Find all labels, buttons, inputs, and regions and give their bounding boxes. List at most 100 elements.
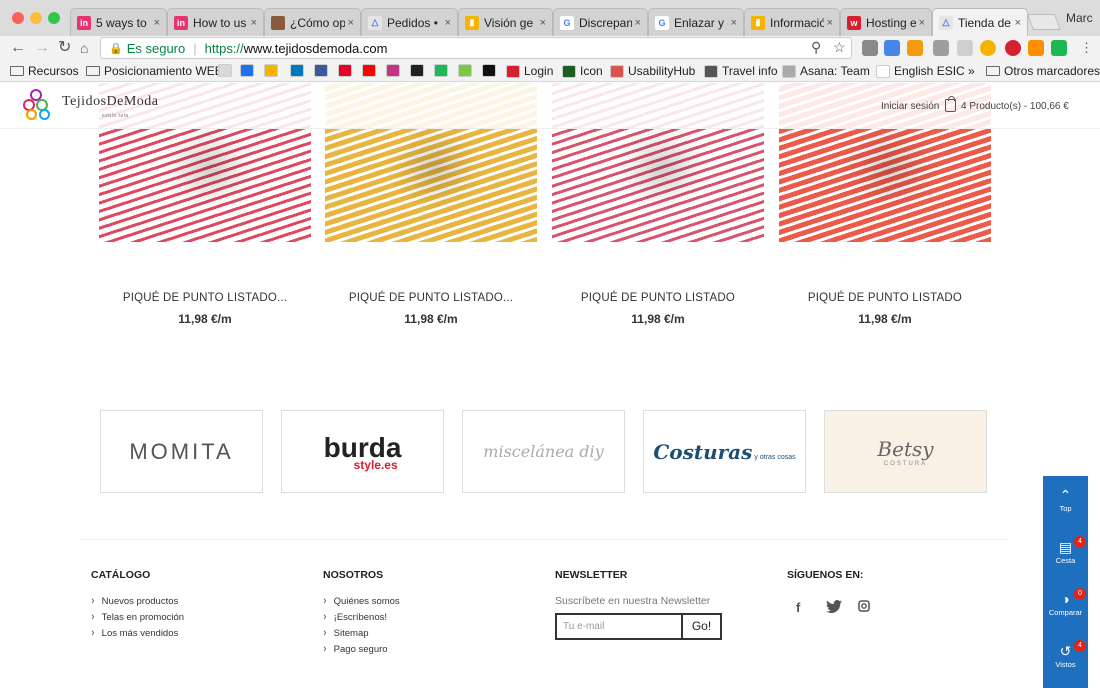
address-bar[interactable]: 🔒 Es seguro | https://www.tejidosdemoda.…: [100, 37, 852, 59]
bookmark-posicionamiento-web[interactable]: Posicionamiento WEB: [86, 64, 223, 78]
tab-close-icon[interactable]: ×: [1015, 17, 1021, 29]
footer-link-promotions[interactable]: Telas en promoción: [91, 612, 184, 628]
brand-subtitle: COSTURA: [883, 460, 928, 467]
footer-link-best-sellers[interactable]: Los más vendidos: [91, 628, 184, 644]
footer-link-contact[interactable]: ¡Escríbenos!: [323, 612, 400, 628]
gmail-extension-icon[interactable]: [862, 40, 878, 56]
browser-tab[interactable]: in 5 ways to ×: [70, 8, 167, 36]
tab-close-icon[interactable]: ×: [540, 17, 546, 29]
footer-link-sitemap[interactable]: Sitemap: [323, 628, 400, 644]
logo-name: TejidosDeModa: [62, 93, 159, 109]
browser-tab[interactable]: G Enlazar y c ×: [648, 8, 744, 36]
product-name[interactable]: PIQUÉ DE PUNTO LISTADO...: [99, 292, 311, 304]
footer-link-new-products[interactable]: Nuevos productos: [91, 596, 184, 612]
tab-close-icon[interactable]: ×: [827, 17, 833, 29]
product-price: 11,98 €/m: [404, 312, 458, 326]
tab-close-icon[interactable]: ×: [251, 17, 257, 29]
cast-icon[interactable]: [933, 40, 949, 56]
product-name[interactable]: PIQUÉ DE PUNTO LISTADO: [552, 292, 764, 304]
coupon-extension-icon[interactable]: [1028, 40, 1044, 56]
bookmark-english-esic[interactable]: English ESIC: [876, 64, 965, 78]
site-logo[interactable]: TejidosDeModa estilo tela: [22, 89, 159, 123]
browser-tab[interactable]: △ Pedidos • ×: [361, 8, 458, 36]
adblock-extension-icon[interactable]: [1005, 40, 1021, 56]
bookmarks-overflow-button[interactable]: »: [968, 64, 975, 78]
bookmark-favicon-icon: [562, 64, 576, 78]
reload-icon[interactable]: ↻: [58, 38, 71, 58]
footer-link-about-us[interactable]: Quiénes somos: [323, 596, 400, 612]
bookmark-recursos[interactable]: Recursos: [10, 64, 79, 78]
brand-logo[interactable]: Betsy COSTURA: [824, 410, 987, 493]
bookmark-icon-only[interactable]: [240, 64, 258, 77]
product-name[interactable]: PIQUÉ DE PUNTO LISTADO: [779, 292, 991, 304]
window-minimize-button[interactable]: [30, 12, 42, 24]
bookmark-asana-team[interactable]: Asana: Team: [782, 64, 870, 78]
browser-tab[interactable]: in How to us ×: [167, 8, 264, 36]
browser-tab[interactable]: ▮ Informació ×: [744, 8, 840, 36]
bookmark-icon-only[interactable]: [362, 64, 380, 77]
brand-logo[interactable]: Costuras y otras cosas: [643, 410, 806, 493]
instagram-icon[interactable]: [858, 600, 870, 615]
search-icon[interactable]: ⚲: [811, 39, 821, 56]
sidebar-viewed-button[interactable]: ↺ Vistos 4: [1043, 632, 1088, 684]
newsletter-submit-button[interactable]: Go!: [681, 613, 722, 640]
coin-extension-icon[interactable]: [980, 40, 996, 56]
bookmark-icon-only[interactable]: [434, 64, 452, 77]
login-link[interactable]: Iniciar sesión: [881, 101, 939, 112]
browser-tab[interactable]: ▮ Visión ge ×: [458, 8, 553, 36]
tab-close-icon[interactable]: ×: [635, 17, 641, 29]
translate-extension-icon[interactable]: [884, 40, 900, 56]
tab-close-icon[interactable]: ×: [731, 17, 737, 29]
brand-logo[interactable]: miscelánea diy: [462, 410, 625, 493]
tab-close-icon[interactable]: ×: [154, 17, 160, 29]
calendar-extension-icon[interactable]: [907, 40, 923, 56]
footer-link-secure-payment[interactable]: Pago seguro: [323, 644, 400, 660]
browser-tab[interactable]: w Hosting e ×: [840, 8, 932, 36]
forward-arrow-icon[interactable]: →: [34, 38, 50, 58]
browser-tab[interactable]: ¿Cómo op ×: [264, 8, 361, 36]
menu-kebab-icon[interactable]: ⋮: [1080, 38, 1093, 58]
back-arrow-icon[interactable]: ←: [10, 38, 26, 58]
window-zoom-button[interactable]: [48, 12, 60, 24]
browser-tab[interactable]: G Discrepan ×: [553, 8, 648, 36]
footer-catalog-title: CATÁLOGO: [91, 569, 151, 581]
newsletter-email-input[interactable]: Tu e-mail: [555, 613, 682, 640]
brand-logo[interactable]: MOMITA: [100, 410, 263, 493]
tab-close-icon[interactable]: ×: [348, 17, 354, 29]
facebook-icon[interactable]: f: [796, 600, 800, 615]
home-icon[interactable]: ⌂: [80, 38, 88, 58]
notes-extension-icon[interactable]: [1051, 40, 1067, 56]
bookmark-icon-only[interactable]: [290, 64, 308, 77]
product-name[interactable]: PIQUÉ DE PUNTO LISTADO...: [325, 292, 537, 304]
cart-summary-link[interactable]: 4 Producto(s) - 100,66 €: [961, 101, 1069, 112]
window-close-button[interactable]: [12, 12, 24, 24]
brand-logo[interactable]: burda style.es: [281, 410, 444, 493]
profile-name[interactable]: Marc: [1066, 11, 1093, 25]
browser-tab[interactable]: △ Tienda de ×: [932, 8, 1028, 36]
sidebar-top-button[interactable]: ⌃ Top: [1043, 476, 1088, 528]
twitter-icon[interactable]: [826, 600, 842, 617]
sidebar-compare-button[interactable]: ◑ Comparar 0: [1043, 580, 1088, 632]
bookmark-icon[interactable]: Icon: [562, 64, 603, 78]
bookmark-login[interactable]: Login: [506, 64, 553, 78]
bookmark-icon-only[interactable]: [314, 64, 332, 77]
bookmark-icon-only[interactable]: [410, 64, 428, 77]
bookmark-icon-only[interactable]: [482, 64, 500, 77]
shopping-bag-icon[interactable]: [945, 96, 956, 112]
tab-close-icon[interactable]: ×: [445, 17, 451, 29]
tab-close-icon[interactable]: ×: [919, 17, 925, 29]
product-price: 11,98 €/m: [631, 312, 685, 326]
brand-name: Betsy: [877, 436, 934, 461]
metrics-extension-icon[interactable]: [957, 40, 973, 56]
sidebar-cart-button[interactable]: ▤ Cesta 4: [1043, 528, 1088, 580]
bookmark-icon-only[interactable]: [458, 64, 476, 77]
bookmark-icon-only[interactable]: [386, 64, 404, 77]
other-bookmarks-folder[interactable]: Otros marcadores: [986, 64, 1100, 78]
new-tab-button[interactable]: [1027, 14, 1061, 30]
bookmark-star-icon[interactable]: ☆: [833, 39, 846, 56]
bookmark-icon-only[interactable]: [338, 64, 356, 77]
bookmark-icon-only[interactable]: [218, 64, 236, 77]
bookmark-travel-info[interactable]: Travel info: [704, 64, 778, 78]
bookmark-usabilityhub[interactable]: UsabilityHub: [610, 64, 695, 78]
bookmark-icon-only[interactable]: [264, 64, 282, 77]
